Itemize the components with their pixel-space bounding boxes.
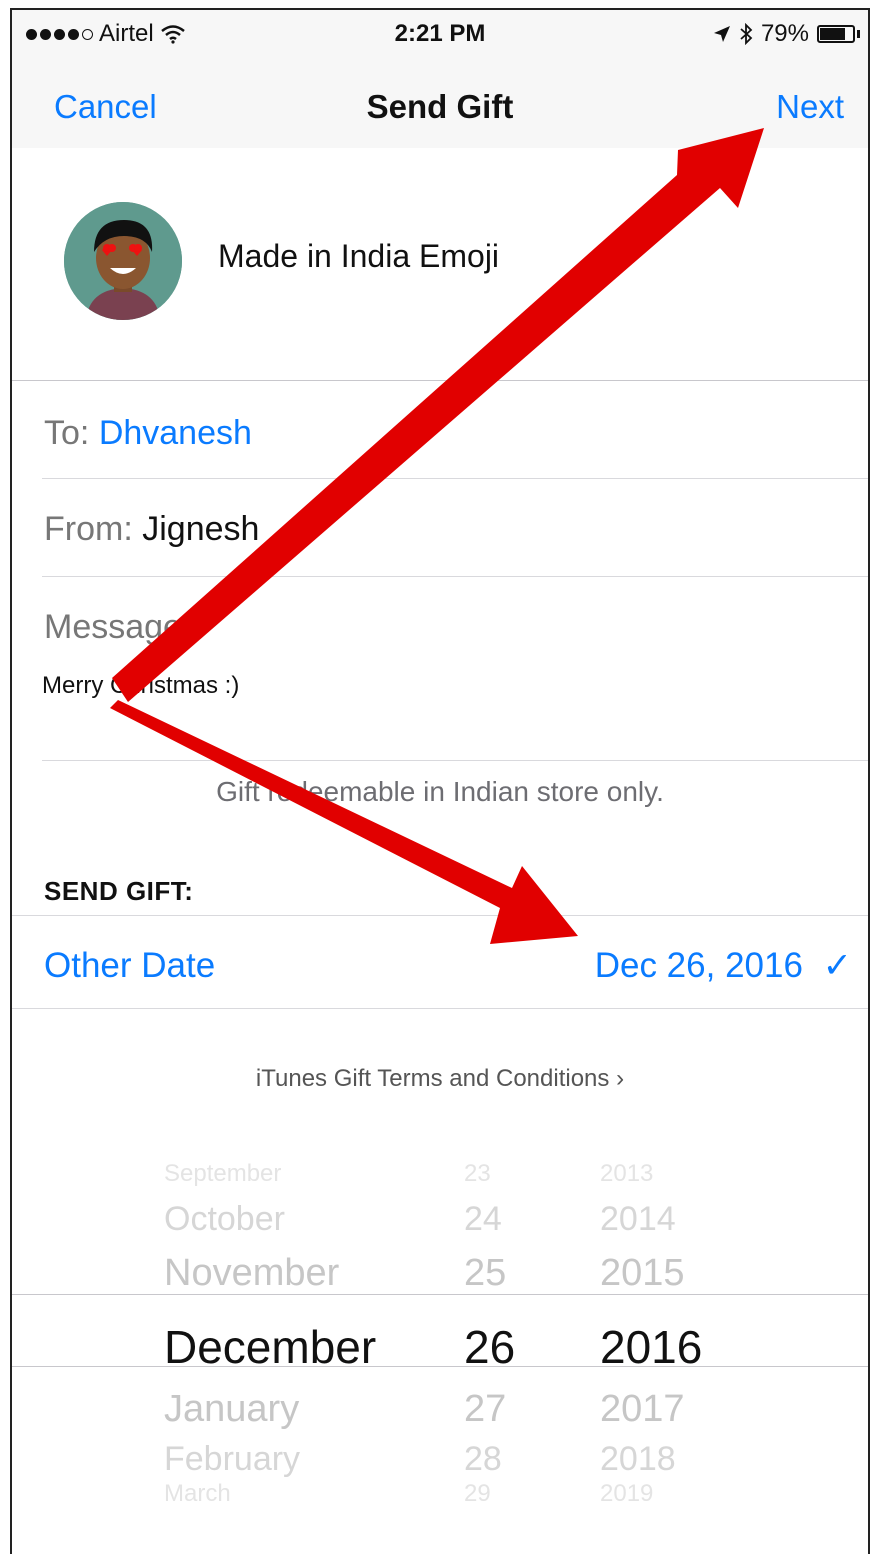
from-sender-field[interactable]: Jignesh (142, 510, 259, 548)
picker-month-option[interactable]: November (164, 1252, 339, 1295)
picker-selection-top-line (12, 1294, 868, 1295)
selected-date-text: Dec 26, 2016 (594, 946, 803, 985)
gift-name: Made in India Emoji (218, 238, 500, 274)
picker-year-option[interactable]: 2013 (600, 1160, 653, 1188)
chevron-right-icon: › (616, 1065, 625, 1092)
picker-day-option[interactable]: 24 (464, 1200, 502, 1239)
picker-month-option[interactable]: February (164, 1440, 300, 1479)
picker-month-option[interactable]: March (164, 1480, 231, 1508)
selected-date-option[interactable]: Dec 26, 2016 ✓ (595, 946, 852, 986)
date-picker[interactable]: September October November December January F… (12, 1130, 868, 1540)
checkmark-icon: ✓ (822, 946, 852, 985)
status-right: 79% (713, 20, 860, 48)
picker-year-option[interactable]: 2015 (600, 1252, 685, 1295)
picker-month-option[interactable]: October (164, 1200, 285, 1239)
picker-year-option[interactable]: 2018 (600, 1440, 676, 1479)
message-row[interactable]: Message: (42, 576, 868, 761)
status-bar: Airtel 2:21 PM 79% (12, 10, 868, 58)
from-row[interactable]: From: Jignesh (42, 478, 868, 577)
picker-year-option[interactable]: 2019 (600, 1480, 653, 1508)
picker-selection-bottom-line (12, 1366, 868, 1367)
picker-month-option[interactable]: January (164, 1388, 299, 1431)
navigation-bar: Cancel Send Gift Next (12, 58, 868, 149)
bluetooth-icon (740, 23, 753, 45)
terms-text: iTunes Gift Terms and Conditions (255, 1065, 610, 1092)
terms-link[interactable]: iTunes Gift Terms and Conditions › (12, 1065, 868, 1093)
message-field[interactable]: Merry Christmas :) (42, 672, 239, 700)
message-label: Message: (44, 608, 192, 646)
from-label: From: (44, 510, 133, 548)
picker-year-option[interactable]: 2014 (600, 1200, 676, 1239)
send-date-row: Other Date Dec 26, 2016 ✓ (12, 915, 868, 1009)
picker-month-option[interactable]: December (164, 1320, 376, 1374)
gift-artwork (64, 202, 182, 320)
next-button[interactable]: Next (776, 88, 844, 126)
to-row[interactable]: To: Dhvanesh (42, 380, 868, 479)
to-label: To: (44, 414, 90, 452)
picker-day-option[interactable]: 27 (464, 1388, 506, 1431)
picker-day-option[interactable]: 26 (464, 1320, 515, 1374)
picker-month-option[interactable]: September (164, 1160, 281, 1188)
send-gift-header: SEND GIFT: (44, 876, 194, 906)
phone-screen: Airtel 2:21 PM 79% Cancel Send Gift Next… (10, 8, 870, 1554)
to-recipient-field[interactable]: Dhvanesh (99, 414, 252, 452)
emoji-avatar-icon (64, 202, 182, 320)
battery-percent: 79% (760, 20, 809, 47)
gift-header: Made in India Emoji (12, 148, 868, 381)
other-date-option[interactable]: Other Date (44, 946, 215, 986)
page-title: Send Gift (366, 88, 514, 125)
picker-year-option[interactable]: 2016 (600, 1320, 702, 1374)
picker-day-option[interactable]: 25 (464, 1252, 506, 1295)
picker-day-option[interactable]: 23 (464, 1160, 491, 1188)
picker-day-option[interactable]: 28 (464, 1440, 502, 1479)
location-arrow-icon (713, 26, 730, 42)
battery-icon (817, 25, 855, 43)
picker-year-option[interactable]: 2017 (600, 1388, 685, 1431)
picker-day-option[interactable]: 29 (464, 1480, 491, 1508)
store-notice: Gift redeemable in Indian store only. (216, 776, 664, 807)
